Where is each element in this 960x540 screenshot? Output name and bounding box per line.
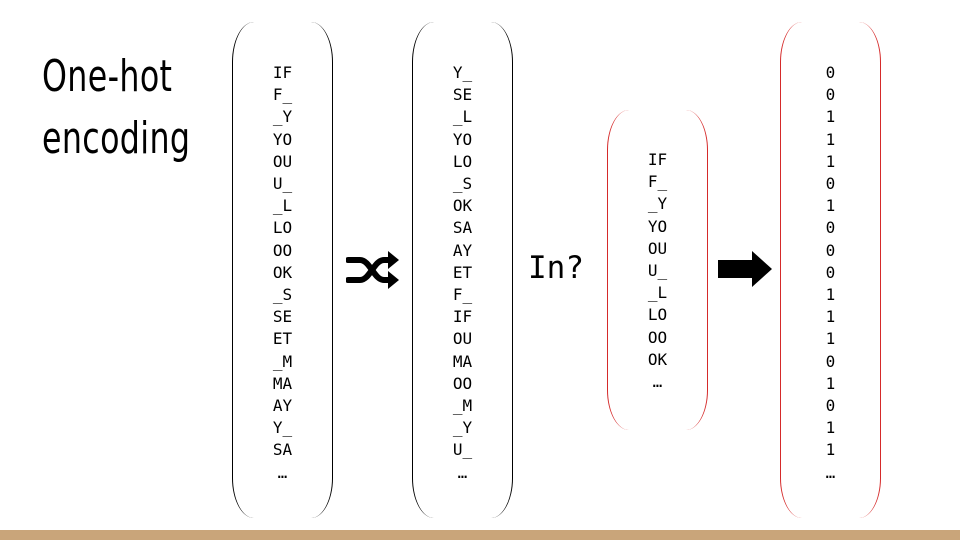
list-item: LO [452,151,473,171]
list-item: 0 [825,351,836,371]
list-item: _Y [272,107,293,127]
list-item: SA [452,218,473,238]
list-item: _L [647,283,668,303]
list-item: ET [272,329,293,349]
list-item: Y_ [452,63,473,82]
list-item: YO [272,129,293,149]
list-item: AY [272,396,293,416]
list-item: LO [647,305,668,325]
list-item: SE [272,307,293,327]
list-item: F_ [647,172,668,192]
list-item: 1 [825,151,836,171]
list-item: 0 [825,174,836,194]
list-item: _M [452,396,473,416]
list-item: 1 [825,440,836,460]
right-arrow-icon [718,251,772,287]
list-item: 0 [825,63,836,82]
in-question-label: In? [528,250,584,286]
shuffled-list: Y_ SE _L YO LO _S OK SA AY ET F_ IF OU MA OO _M _Y U_… [412,62,513,484]
list-item: SA [272,440,293,460]
list-item: OO [452,373,473,393]
list-item: … [652,372,663,392]
list-item: … [825,462,836,482]
list-item: OK [452,196,473,216]
list-item: _Y [647,194,668,214]
bigrams-list: IF F_ _Y YO OU U_ _L LO OO OK _S SE ET _M MA AY Y_ SA… [232,62,333,484]
list-item: _Y [452,418,473,438]
list-item: … [277,462,288,482]
query-list: IF F_ _Y YO OU U_ _L LO OO OK … [607,149,708,393]
list-item: F_ [272,85,293,105]
list-item: MA [272,373,293,393]
list-item: _S [452,174,473,194]
list-item: 1 [825,418,836,438]
list-item: OO [647,327,668,347]
list-item: 1 [825,307,836,327]
list-item: OK [272,262,293,282]
list-item: OK [647,349,668,369]
list-item: 0 [825,85,836,105]
list-item: MA [452,351,473,371]
list-item: 0 [825,218,836,238]
shuffle-icon [346,251,399,289]
list-item: U_ [647,261,668,281]
list-item: _M [272,351,293,371]
list-item: LO [272,218,293,238]
list-item: F_ [452,285,473,305]
list-item: SE [452,85,473,105]
list-item: AY [452,240,473,260]
list-item: 1 [825,107,836,127]
slide-title: One-hot encoding [42,46,190,170]
title-line-1: One-hot [42,51,173,102]
list-item: OU [272,151,293,171]
list-item: OU [452,329,473,349]
list-item: ET [452,262,473,282]
list-item: 1 [825,196,836,216]
list-item: YO [647,216,668,236]
title-line-2: encoding [42,113,191,164]
list-item: U_ [452,440,473,460]
list-item: OU [647,238,668,258]
list-item: 0 [825,396,836,416]
list-item: 0 [825,240,836,260]
list-item: IF [272,63,293,82]
encoding-list: 0 0 1 1 1 0 1 0 0 0 1 1 1 0 1 0 1 1… [780,62,881,484]
list-item: Y_ [272,418,293,438]
list-item: 1 [825,285,836,305]
list-item: _L [272,196,293,216]
list-item: 1 [825,129,836,149]
list-item: … [457,462,468,482]
list-item: IF [647,150,668,169]
list-item: 1 [825,329,836,349]
list-item: OO [272,240,293,260]
list-item: _L [452,107,473,127]
list-item: IF [452,307,473,327]
list-item: YO [452,129,473,149]
list-item: 0 [825,262,836,282]
footer-bar [0,530,960,540]
list-item: 1 [825,373,836,393]
list-item: _S [272,285,293,305]
list-item: U_ [272,174,293,194]
